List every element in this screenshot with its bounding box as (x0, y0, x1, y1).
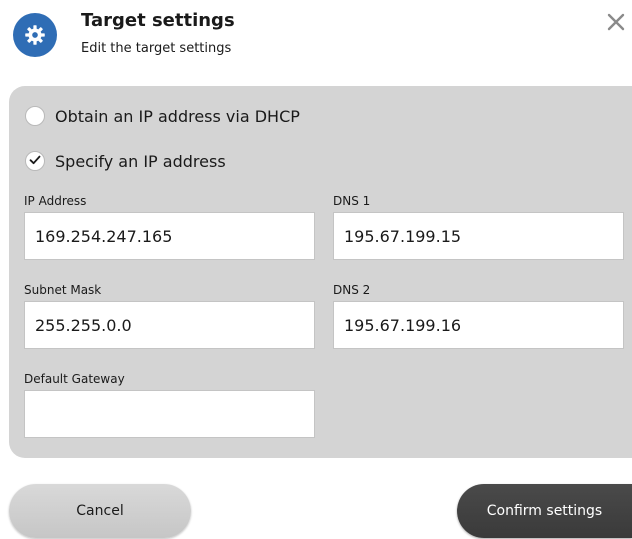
checkmark-icon (28, 152, 42, 171)
target-settings-dialog: Target settings Edit the target settings… (0, 0, 632, 539)
dns2-label: DNS 2 (333, 283, 371, 297)
ip-address-input[interactable] (24, 212, 315, 260)
dhcp-radio-option[interactable]: Obtain an IP address via DHCP (25, 103, 300, 129)
static-ip-radio-option[interactable]: Specify an IP address (25, 148, 226, 174)
static-ip-radio-label: Specify an IP address (55, 151, 226, 171)
cancel-button[interactable]: Cancel (9, 484, 191, 538)
default-gateway-input[interactable] (24, 390, 315, 438)
dns2-input[interactable] (333, 301, 624, 349)
ip-address-label: IP Address (24, 194, 87, 208)
default-gateway-label: Default Gateway (24, 372, 125, 386)
dialog-subtitle: Edit the target settings (81, 41, 232, 56)
dhcp-radio-button[interactable] (25, 106, 45, 126)
subnet-mask-label: Subnet Mask (24, 283, 102, 297)
close-icon (607, 13, 625, 35)
dhcp-radio-label: Obtain an IP address via DHCP (55, 106, 300, 126)
dns1-label: DNS 1 (333, 194, 371, 208)
confirm-settings-button[interactable]: Confirm settings (457, 484, 632, 538)
network-settings-panel: Obtain an IP address via DHCP Specify an… (9, 86, 632, 458)
static-ip-radio-button[interactable] (25, 151, 45, 171)
gear-icon (13, 13, 57, 57)
subnet-mask-input[interactable] (24, 301, 315, 349)
dns1-input[interactable] (333, 212, 624, 260)
close-button[interactable] (605, 12, 627, 36)
dialog-title: Target settings (81, 10, 235, 31)
